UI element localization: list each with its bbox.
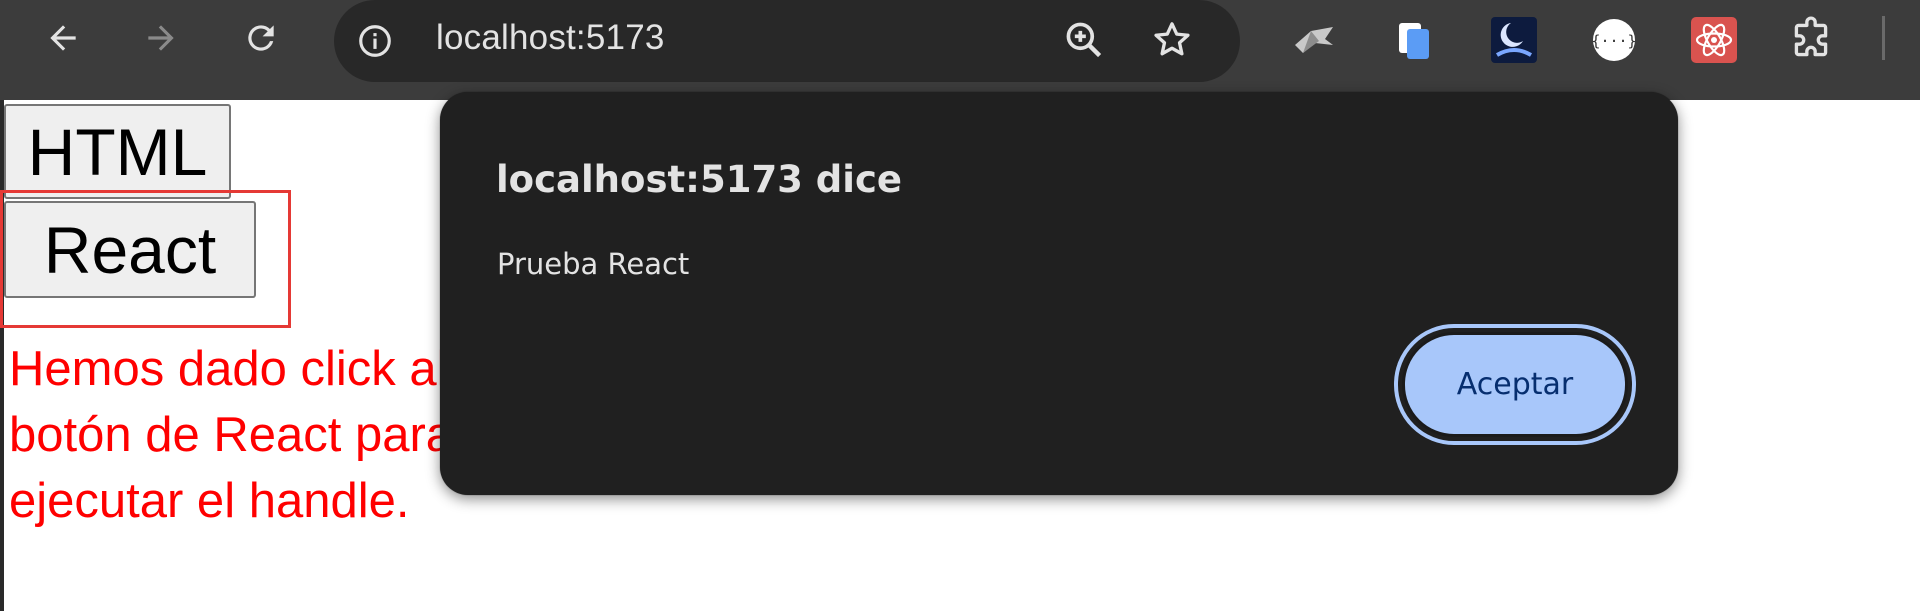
site-info-button[interactable] [354,20,396,62]
dialog-title: localhost:5173 dice [496,158,903,201]
forward-button[interactable] [135,12,187,64]
reload-button[interactable] [235,12,287,64]
extension-button-4[interactable]: {···} [1589,15,1639,65]
extension-bird-icon [1295,27,1333,53]
alert-dialog: localhost:5173 dice Prueba React Aceptar [440,92,1678,495]
svg-text:{···}: {···} [1591,32,1636,50]
extensions-puzzle-icon [1794,16,1828,57]
url-text[interactable]: localhost:5173 [436,17,665,59]
extensions-menu-button[interactable] [1786,15,1836,65]
extension-json-icon: {···} [1591,19,1637,61]
back-button[interactable] [37,12,89,64]
html-button[interactable]: HTML [4,104,231,199]
react-button-highlight [0,190,291,328]
info-icon [359,25,391,57]
star-icon[interactable] [1150,18,1194,62]
back-arrow-icon [50,25,76,51]
reload-icon [248,25,274,51]
extension-react-devtools-icon [1691,17,1737,63]
dialog-message: Prueba React [497,247,690,281]
extension-button-1[interactable] [1289,15,1339,65]
extension-copy-icon [1399,23,1429,59]
accept-button-focus-ring: Aceptar [1394,324,1636,445]
address-bar[interactable]: localhost:5173 [334,0,1240,82]
extension-button-2[interactable] [1389,15,1439,65]
zoom-icon[interactable] [1062,18,1106,62]
browser-toolbar: localhost:5173 {···} [0,0,1920,100]
extension-moon-icon [1491,17,1537,63]
forward-arrow-icon [148,25,174,51]
toolbar-divider [1882,16,1885,60]
extension-button-3[interactable] [1489,15,1539,65]
extension-button-5[interactable] [1689,15,1739,65]
accept-button[interactable]: Aceptar [1402,332,1628,437]
